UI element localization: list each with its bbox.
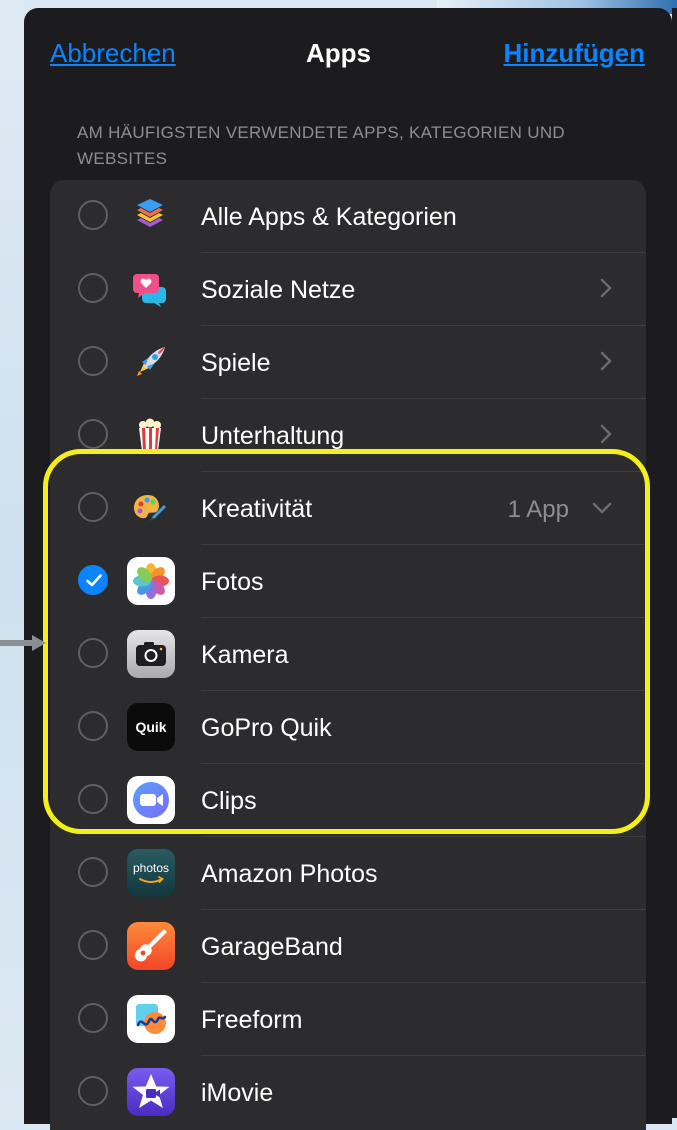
row-label: Fotos xyxy=(201,568,264,596)
radio-button[interactable] xyxy=(78,930,108,960)
row-label: Amazon Photos xyxy=(201,860,378,888)
row-label: Kamera xyxy=(201,641,289,669)
radio-button[interactable] xyxy=(78,784,108,814)
camera-icon xyxy=(127,630,175,678)
app-count: 1 App xyxy=(507,496,569,523)
row-label: Clips xyxy=(201,787,257,815)
speech-bubbles-icon xyxy=(133,274,166,307)
app-row-imovie[interactable]: iMovie xyxy=(50,1056,646,1129)
app-row-clips[interactable]: Clips xyxy=(50,764,646,837)
category-row-games[interactable]: Spiele xyxy=(50,326,646,399)
radio-button-checked[interactable] xyxy=(78,565,108,595)
row-label: Soziale Netze xyxy=(201,276,356,304)
category-row-social[interactable]: Soziale Netze xyxy=(50,253,646,326)
row-label: Freeform xyxy=(201,1006,303,1034)
arrow-annotation-icon xyxy=(0,635,46,651)
section-header: AM HÄUFIGSTEN VERWENDETE APPS, KATEGORIE… xyxy=(77,123,565,168)
chevron-right-icon xyxy=(600,424,612,444)
app-row-photos[interactable]: Fotos xyxy=(50,545,646,618)
app-list: Alle Apps & Kategorien Soziale Netze Spi… xyxy=(50,180,646,1130)
checkmark-icon xyxy=(86,574,102,587)
row-label: GoPro Quik xyxy=(201,714,332,742)
row-label: Alle Apps & Kategorien xyxy=(201,203,457,231)
freeform-icon xyxy=(127,995,175,1043)
gopro-quik-icon: Quik xyxy=(127,703,175,751)
svg-text:Quik: Quik xyxy=(135,719,166,735)
background-left xyxy=(0,0,24,1118)
svg-text:photos: photos xyxy=(133,861,169,875)
garageband-icon xyxy=(127,922,175,970)
row-label: GarageBand xyxy=(201,933,343,961)
radio-button[interactable] xyxy=(78,492,108,522)
chevron-right-icon xyxy=(600,351,612,371)
add-button[interactable]: Hinzufügen xyxy=(503,38,645,69)
radio-button[interactable] xyxy=(78,638,108,668)
radio-button[interactable] xyxy=(78,857,108,887)
rocket-icon xyxy=(137,347,165,376)
imovie-icon xyxy=(127,1068,175,1116)
sheet-edge xyxy=(672,8,677,1118)
app-row-camera[interactable]: Kamera xyxy=(50,618,646,691)
popcorn-icon xyxy=(139,418,161,451)
row-label: Unterhaltung xyxy=(201,422,345,450)
category-row-creativity[interactable]: Kreativität 1 App xyxy=(50,472,646,545)
app-row-garageband[interactable]: GarageBand xyxy=(50,910,646,983)
row-label: Kreativität xyxy=(201,495,313,523)
row-label: Spiele xyxy=(201,349,271,377)
radio-button[interactable] xyxy=(78,1003,108,1033)
row-label: iMovie xyxy=(201,1079,274,1107)
category-row-all-apps[interactable]: Alle Apps & Kategorien xyxy=(50,180,646,253)
app-row-amazon-photos[interactable]: photos Amazon Photos xyxy=(50,837,646,910)
chevron-down-icon[interactable] xyxy=(592,502,612,514)
chevron-right-icon xyxy=(600,278,612,298)
clips-icon xyxy=(127,776,175,824)
radio-button[interactable] xyxy=(78,200,108,230)
photos-icon xyxy=(127,557,175,605)
radio-button[interactable] xyxy=(78,419,108,449)
app-row-freeform[interactable]: Freeform xyxy=(50,983,646,1056)
app-row-gopro-quik[interactable]: Quik GoPro Quik xyxy=(50,691,646,764)
category-row-entertainment[interactable]: Unterhaltung xyxy=(50,399,646,472)
radio-button[interactable] xyxy=(78,711,108,741)
palette-icon xyxy=(134,495,166,521)
amazon-photos-icon: photos xyxy=(127,849,175,897)
stack-icon xyxy=(137,199,163,227)
radio-button[interactable] xyxy=(78,273,108,303)
radio-button[interactable] xyxy=(78,1076,108,1106)
radio-button[interactable] xyxy=(78,346,108,376)
